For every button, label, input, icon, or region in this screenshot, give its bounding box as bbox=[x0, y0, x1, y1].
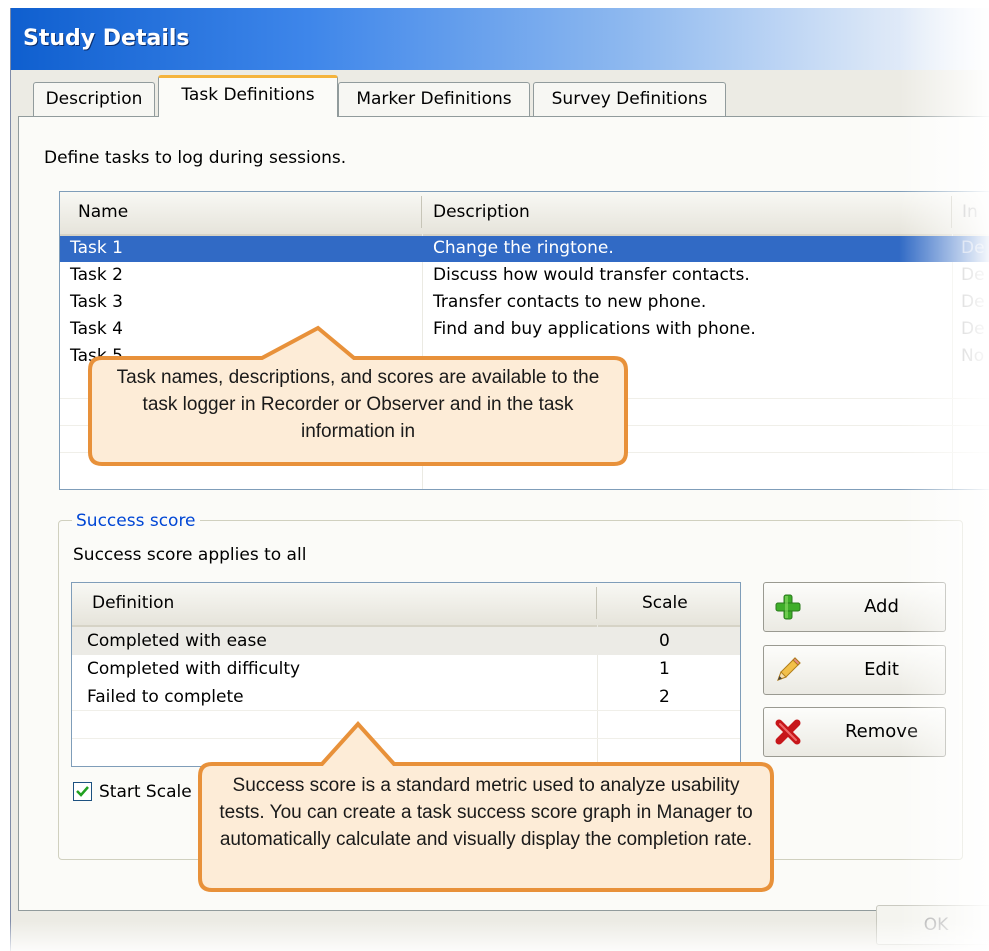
ok-button[interactable]: OK bbox=[876, 905, 989, 945]
task-description: Transfer contacts to new phone. bbox=[433, 292, 707, 312]
title-bar[interactable]: Study Details bbox=[11, 8, 989, 70]
empty-row-line bbox=[72, 738, 740, 739]
callout-tasks-text: Task names, descriptions, and scores are… bbox=[116, 367, 600, 442]
task-info: De bbox=[961, 238, 985, 258]
task-name: Task 4 bbox=[70, 319, 123, 339]
success-score-legend: Success score bbox=[72, 511, 200, 531]
column-divider[interactable] bbox=[596, 587, 597, 619]
intro-text: Define tasks to log during sessions. bbox=[44, 148, 347, 168]
remove-button[interactable]: Remove bbox=[763, 707, 946, 757]
empty-row-line bbox=[60, 452, 989, 453]
checkmark-icon bbox=[76, 786, 89, 797]
task-list[interactable]: Name Description In Task 1 Change the ri… bbox=[59, 191, 989, 490]
pencil-icon bbox=[777, 657, 801, 681]
score-row[interactable]: Completed with ease 0 bbox=[72, 627, 740, 655]
column-header-name[interactable]: Name bbox=[78, 202, 128, 222]
score-definition: Failed to complete bbox=[87, 687, 244, 707]
plus-icon bbox=[775, 594, 801, 620]
screenshot-root: Study Details Description Task Definitio… bbox=[0, 0, 989, 951]
score-scale: 2 bbox=[659, 687, 670, 707]
success-score-table[interactable]: Definition Scale Completed with ease 0 C… bbox=[71, 582, 741, 767]
task-name: Task 1 bbox=[70, 238, 123, 258]
score-row[interactable]: Completed with difficulty 1 bbox=[72, 655, 740, 683]
score-scale: 1 bbox=[659, 659, 670, 679]
empty-row-line bbox=[72, 710, 740, 711]
task-description: Change the ringtone. bbox=[433, 238, 614, 258]
task-description: Find and buy applications with phone. bbox=[433, 319, 756, 339]
add-button-label: Add bbox=[864, 596, 899, 617]
task-info: No bbox=[961, 346, 985, 366]
score-table-header: Definition Scale bbox=[72, 583, 740, 627]
task-list-header: Name Description In bbox=[60, 192, 989, 236]
column-header-info[interactable]: In bbox=[962, 202, 978, 222]
remove-button-label: Remove bbox=[844, 721, 919, 742]
success-score-applies-text: Success score applies to all bbox=[73, 545, 307, 565]
score-definition: Completed with ease bbox=[87, 631, 267, 651]
tab-survey-definitions[interactable]: Survey Definitions bbox=[533, 82, 726, 116]
column-header-scale[interactable]: Scale bbox=[642, 593, 688, 613]
task-row[interactable]: Task 3 Transfer contacts to new phone. D… bbox=[60, 290, 989, 316]
start-scale-checkbox[interactable] bbox=[73, 782, 92, 801]
task-description: Discuss how would transfer contacts. bbox=[433, 265, 750, 285]
column-divider[interactable] bbox=[951, 196, 952, 228]
delete-x-icon bbox=[775, 719, 801, 745]
window-title: Study Details bbox=[23, 26, 190, 51]
column-header-description[interactable]: Description bbox=[433, 202, 530, 222]
score-definition: Completed with difficulty bbox=[87, 659, 301, 679]
edit-button-label: Edit bbox=[864, 659, 899, 680]
tab-task-definitions[interactable]: Task Definitions bbox=[158, 75, 338, 117]
task-row[interactable]: Task 4 Find and buy applications with ph… bbox=[60, 317, 989, 343]
score-scale: 0 bbox=[659, 631, 670, 651]
add-button[interactable]: Add bbox=[763, 582, 946, 632]
task-row[interactable]: Task 2 Discuss how would transfer contac… bbox=[60, 263, 989, 289]
task-row[interactable]: Task 1 Change the ringtone. De bbox=[60, 236, 989, 262]
task-name: Task 3 bbox=[70, 292, 123, 312]
task-info: De bbox=[961, 319, 985, 339]
callout-score-text: Success score is a standard metric used … bbox=[219, 775, 753, 850]
column-header-definition[interactable]: Definition bbox=[92, 593, 174, 613]
tab-marker-definitions[interactable]: Marker Definitions bbox=[338, 82, 530, 116]
edit-button[interactable]: Edit bbox=[763, 645, 946, 695]
tab-description[interactable]: Description bbox=[33, 82, 155, 116]
task-name: Task 2 bbox=[70, 265, 123, 285]
start-scale-label: Start Scale at 0 bbox=[99, 782, 231, 802]
column-divider[interactable] bbox=[421, 196, 422, 228]
score-row[interactable]: Failed to complete 2 bbox=[72, 683, 740, 711]
task-info: De bbox=[961, 265, 985, 285]
task-info: De bbox=[961, 292, 985, 312]
